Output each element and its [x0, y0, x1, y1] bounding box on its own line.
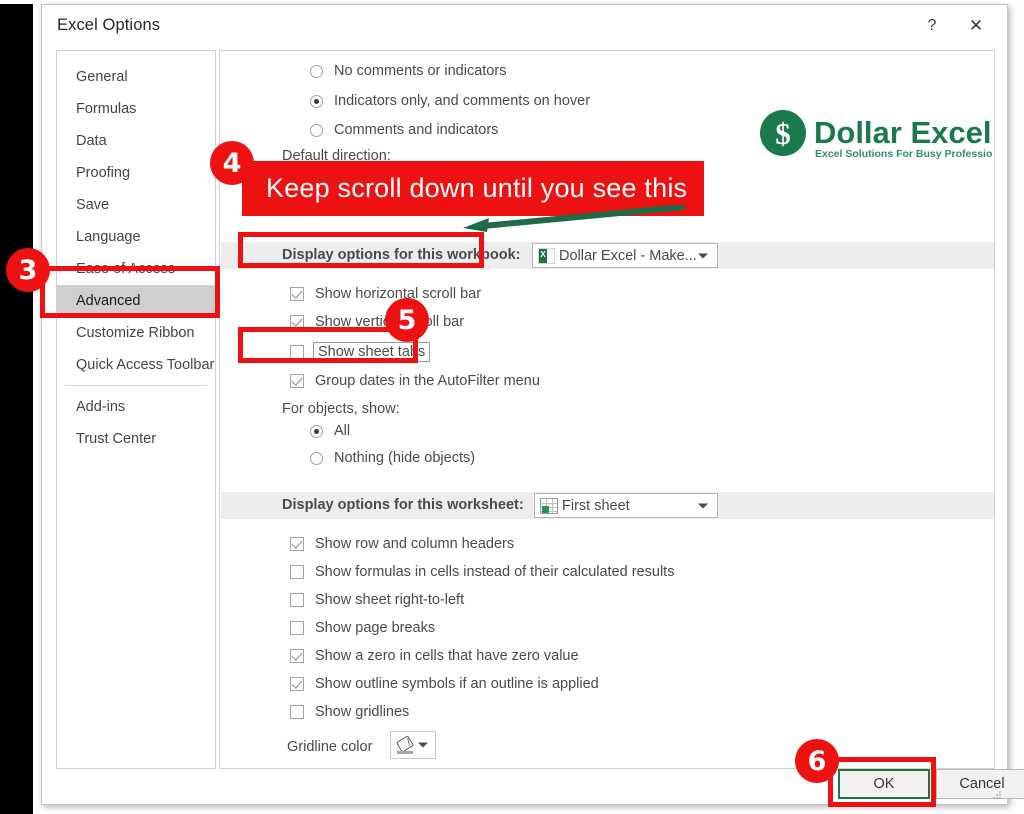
chevron-down-icon	[698, 253, 708, 258]
annotation-step-6: 6	[795, 739, 839, 783]
for-objects-show-label: For objects, show:	[282, 401, 400, 417]
checkbox-show-horizontal-scroll-bar[interactable]: Show horizontal scroll bar	[290, 286, 481, 302]
worksheet-select[interactable]: First sheet	[534, 493, 718, 518]
checkbox-show-row-column-headers[interactable]: Show row and column headers	[290, 536, 514, 552]
checkbox-label: Group dates in the AutoFilter menu	[315, 373, 540, 389]
sidebar-item-quick-access-toolbar[interactable]: Quick Access Toolbar	[57, 349, 215, 381]
svg-text:$: $	[775, 116, 791, 151]
checkbox-show-page-breaks[interactable]: Show page breaks	[290, 620, 435, 636]
checkbox-box	[290, 374, 304, 388]
svg-text:Excel Solutions For Busy Profe: Excel Solutions For Busy Professionals	[815, 148, 992, 160]
sidebar-item-save[interactable]: Save	[57, 189, 215, 221]
checkbox-show-formulas-in-cells[interactable]: Show formulas in cells instead of their …	[290, 564, 674, 580]
checkbox-label: Show formulas in cells instead of their …	[315, 564, 675, 580]
radio-indicator	[310, 64, 323, 78]
excel-options-dialog: Excel Options ? ✕ General Formulas Data …	[41, 4, 1024, 805]
sidebar-item-add-ins[interactable]: Add-ins	[57, 391, 215, 423]
checkbox-label: Show gridlines	[315, 704, 410, 720]
checkbox-box	[290, 287, 304, 301]
radio-label: All	[334, 423, 351, 439]
sidebar-item-data[interactable]: Data	[57, 125, 215, 157]
fill-bucket-icon	[395, 735, 415, 754]
checkbox-box	[290, 677, 304, 691]
close-icon[interactable]: ✕	[959, 13, 993, 39]
worksheet-section-title: Display options for this worksheet:	[282, 497, 524, 513]
resize-grip[interactable]	[993, 791, 1002, 800]
checkbox-label: Show outline symbols if an outline is ap…	[315, 676, 599, 692]
radio-indicator	[310, 424, 323, 438]
sidebar-item-proofing[interactable]: Proofing	[57, 157, 215, 189]
sidebar-divider	[65, 385, 207, 386]
sidebar-item-language[interactable]: Language	[57, 221, 215, 253]
radio-label: Indicators only, and comments on hover	[334, 93, 591, 109]
checkbox-box	[290, 593, 304, 607]
gridline-color-label: Gridline color	[287, 739, 373, 755]
annotation-step-4: 4	[210, 141, 254, 185]
radio-objects-all[interactable]: All	[310, 423, 350, 439]
sidebar-item-general[interactable]: General	[57, 61, 215, 93]
chevron-down-icon	[418, 742, 428, 748]
checkbox-show-outline-symbols[interactable]: Show outline symbols if an outline is ap…	[290, 676, 599, 692]
annotation-arrow	[463, 205, 685, 232]
radio-comments-and-indicators[interactable]: Comments and indicators	[310, 122, 498, 138]
annotation-box-advanced	[40, 266, 220, 318]
dialog-titlebar: Excel Options ? ✕	[42, 5, 1007, 46]
radio-label: No comments or indicators	[334, 63, 507, 79]
checkbox-box	[290, 565, 304, 579]
dialog-title: Excel Options	[57, 16, 161, 34]
gridline-color-button[interactable]	[390, 731, 436, 759]
checkbox-box	[290, 649, 304, 663]
annotation-step-3: 3	[6, 248, 50, 292]
help-icon[interactable]: ?	[915, 13, 949, 39]
checkbox-show-zero-in-cells[interactable]: Show a zero in cells that have zero valu…	[290, 648, 579, 664]
checkbox-label: Show a zero in cells that have zero valu…	[315, 648, 579, 664]
workbook-select[interactable]: Dollar Excel - Make...	[532, 243, 718, 268]
dollar-excel-logo: $ Dollar Excel Excel Solutions For Busy …	[760, 110, 992, 160]
radio-label: Nothing (hide objects)	[334, 450, 476, 466]
annotation-step-5: 5	[385, 298, 429, 342]
radio-indicators-only[interactable]: Indicators only, and comments on hover	[310, 93, 590, 109]
checkbox-box	[290, 621, 304, 635]
checkbox-box	[290, 705, 304, 719]
checkbox-group-dates-autofilter[interactable]: Group dates in the AutoFilter menu	[290, 373, 540, 389]
sidebar-item-customize-ribbon[interactable]: Customize Ribbon	[57, 317, 215, 349]
radio-objects-nothing[interactable]: Nothing (hide objects)	[310, 450, 475, 466]
options-content-pane: No comments or indicators Indicators onl…	[219, 50, 995, 769]
checkbox-box	[290, 537, 304, 551]
sidebar-item-trust-center[interactable]: Trust Center	[57, 423, 215, 455]
checkbox-show-sheet-right-to-left[interactable]: Show sheet right-to-left	[290, 592, 464, 608]
excel-file-icon	[538, 247, 555, 264]
annotation-box-ok-button	[828, 757, 936, 807]
worksheet-icon	[540, 497, 558, 514]
radio-indicator	[310, 94, 323, 108]
worksheet-select-value: First sheet	[562, 497, 630, 514]
cancel-button[interactable]: Cancel	[936, 769, 1024, 799]
svg-text:Dollar Excel: Dollar Excel	[814, 115, 991, 150]
radio-indicator	[310, 451, 323, 465]
radio-label: Comments and indicators	[334, 122, 499, 138]
annotation-box-workbook-section	[238, 232, 484, 268]
checkbox-label: Show sheet right-to-left	[315, 592, 465, 608]
screenshot-root: Excel Options ? ✕ General Formulas Data …	[0, 0, 1024, 814]
checkbox-label: Show row and column headers	[315, 536, 515, 552]
chevron-down-icon	[698, 503, 708, 508]
radio-no-comments[interactable]: No comments or indicators	[310, 63, 506, 79]
radio-indicator	[310, 123, 323, 137]
workbook-select-value: Dollar Excel - Make...	[559, 247, 697, 264]
checkbox-label: Show page breaks	[315, 620, 436, 636]
sidebar-item-formulas[interactable]: Formulas	[57, 93, 215, 125]
checkbox-show-gridlines[interactable]: Show gridlines	[290, 704, 409, 720]
options-sidebar: General Formulas Data Proofing Save Lang…	[56, 50, 216, 769]
